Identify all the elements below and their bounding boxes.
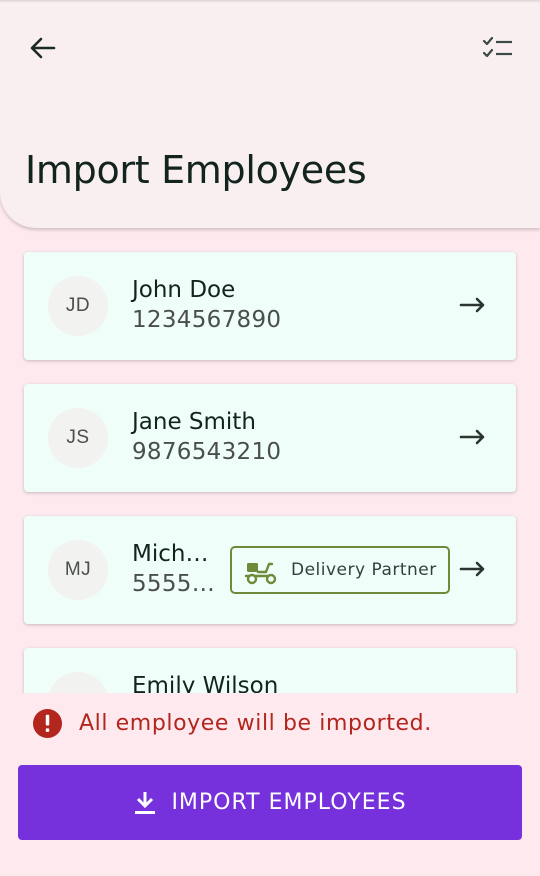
avatar: MJ [48,540,108,600]
app-header: Import Employees [0,0,540,228]
badge-label: Delivery Partner [291,560,437,580]
employee-list[interactable]: JD John Doe 1234567890 JS Jane Smith 987… [0,228,540,693]
avatar: EW [48,672,108,693]
employee-card[interactable]: JS Jane Smith 9876543210 [24,384,516,492]
employee-name: Mich… [132,541,209,567]
employee-phone: 9876543210 [132,439,282,465]
employee-card[interactable]: MJ Mich… 5555… Delivery Partner [24,516,516,624]
employee-card[interactable]: JD John Doe 1234567890 [24,252,516,360]
employee-phone: 5555… [132,571,216,597]
back-button[interactable] [22,30,62,66]
avatar: JS [48,408,108,468]
import-info: All employee will be imported. [32,707,432,739]
import-button-label: IMPORT EMPLOYEES [171,790,407,815]
arrow-right-icon[interactable] [458,293,488,317]
page-title: Import Employees [25,148,367,192]
arrow-left-icon [30,37,56,59]
arrow-right-icon[interactable] [458,557,488,581]
checklist-icon [482,36,512,58]
info-message: All employee will be imported. [79,710,432,736]
employee-phone: 1234567890 [132,307,282,333]
arrow-right-icon[interactable] [458,425,488,449]
employee-name: John Doe [132,277,236,303]
import-employees-button[interactable]: IMPORT EMPLOYEES [18,765,522,840]
avatar: JD [48,276,108,336]
employee-card[interactable]: EW Emily Wilson [24,648,516,693]
employee-name: Emily Wilson [132,673,279,693]
checklist-button[interactable] [478,30,518,66]
error-info-icon [32,708,63,738]
delivery-partner-badge: Delivery Partner [230,546,450,594]
download-icon [135,791,156,814]
scooter-icon [244,562,277,585]
employee-name: Jane Smith [132,409,256,435]
